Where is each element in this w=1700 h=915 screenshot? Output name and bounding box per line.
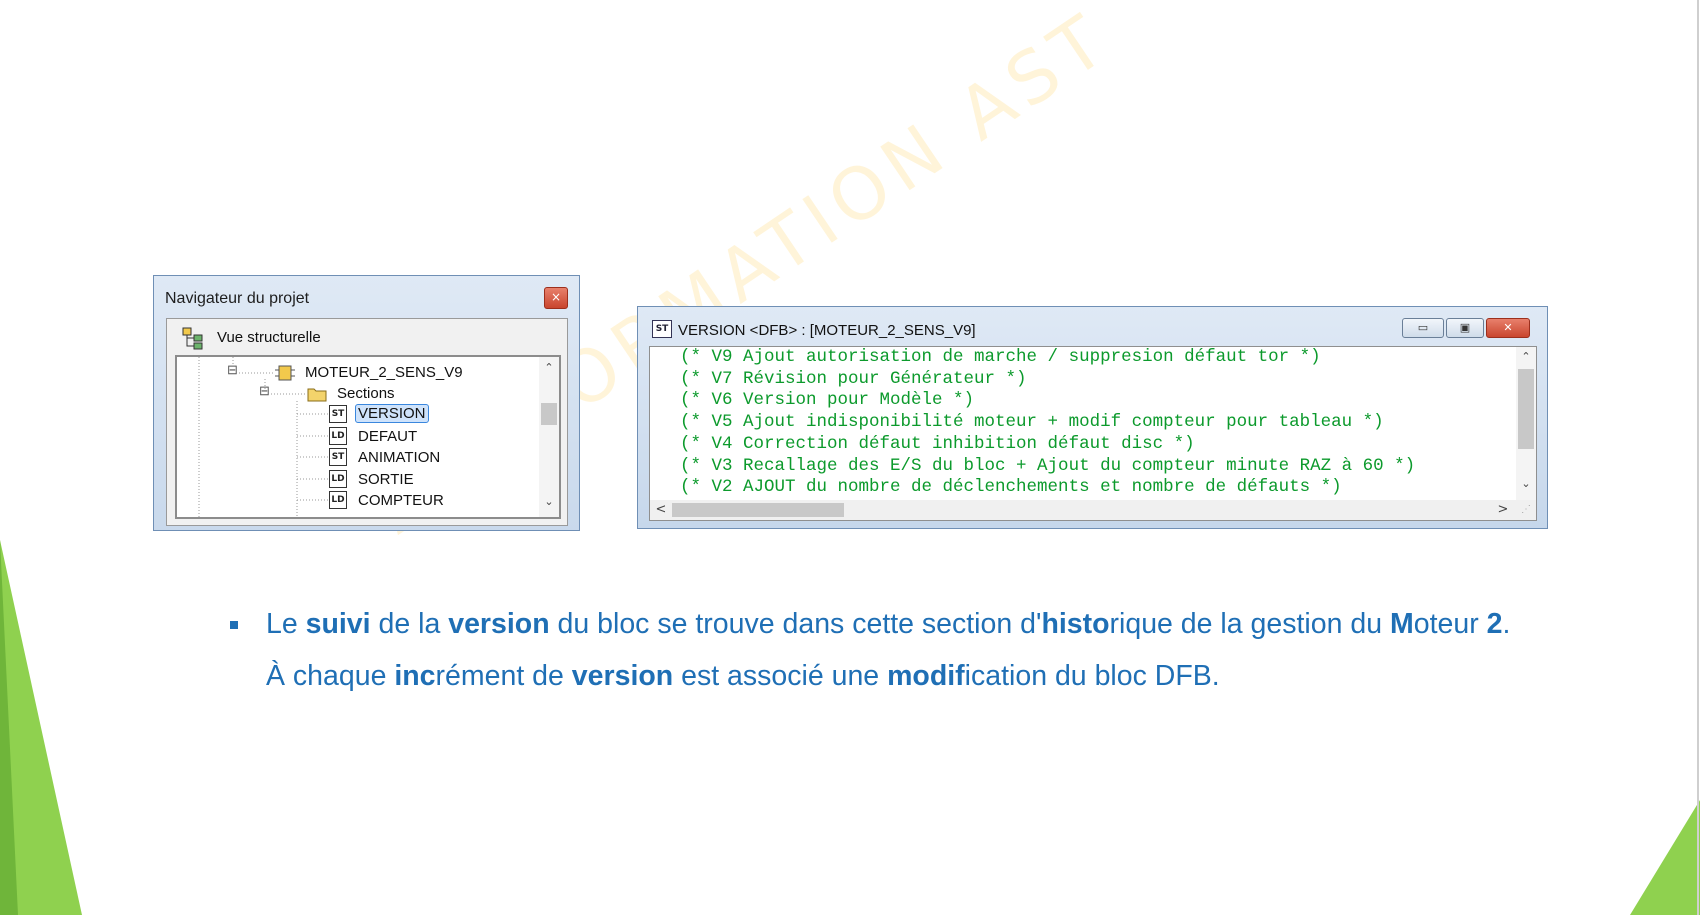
code-line: (* V7 Révision pour Générateur *) <box>680 368 1027 389</box>
explanation-line-2: À chaque incrément de version est associ… <box>266 660 1220 693</box>
tree-scroll-up-arrow[interactable]: ⌃ <box>539 361 559 377</box>
ld-section-icon: LD <box>329 427 347 445</box>
text-segment: ication du bloc DFB. <box>964 660 1220 692</box>
tree-item-section[interactable]: LD COMPTEUR <box>177 490 537 512</box>
tree-scroll-down-arrow[interactable]: ⌄ <box>539 495 559 511</box>
code-line: (* V2 AJOUT du nombre de déclenchements … <box>680 477 1342 498</box>
code-scroll-left-arrow[interactable]: < <box>652 502 670 517</box>
text-segment: Le <box>266 608 306 640</box>
tree-scroll-thumb[interactable] <box>541 403 557 425</box>
maximize-button[interactable]: ▣ <box>1446 318 1484 338</box>
tree-item-section[interactable]: ST VERSION <box>177 404 537 426</box>
tree-item-section-label: DEFAUT <box>358 428 418 445</box>
text-segment: oteur <box>1413 608 1487 640</box>
navigator-title: Navigateur du projet <box>165 290 310 307</box>
text-segment: rique de la gestion du <box>1109 608 1390 640</box>
st-editor-icon: ST <box>652 320 672 338</box>
tree-item-root-label: MOTEUR_2_SENS_V9 <box>305 364 463 381</box>
code-line: (* V9 Ajout autorisation de marche / sup… <box>680 347 1321 367</box>
code-scroll-up-arrow[interactable]: ⌃ <box>1516 350 1536 366</box>
version-editor-window: ST VERSION <DFB> : [MOTEUR_2_SENS_V9] ▭ … <box>637 306 1548 529</box>
explanation-line-1: Le suivi de la version du bloc se trouve… <box>266 608 1510 641</box>
emphasized-text: inc <box>394 660 436 692</box>
emphasized-text: M <box>1389 608 1414 640</box>
text-segment: À chaque <box>266 660 395 692</box>
emphasized-text: histo <box>1041 608 1110 640</box>
folder-icon <box>307 388 327 402</box>
text-segment: du bloc se trouve dans cette section d' <box>549 608 1042 640</box>
ld-section-icon: LD <box>329 491 347 509</box>
ld-section-icon: LD <box>329 470 347 488</box>
tree-item-sections[interactable]: ⊟ Sections <box>177 383 537 405</box>
code-vertical-scrollbar[interactable]: ⌃ ⌄ <box>1516 347 1536 502</box>
project-navigator-window: Navigateur du projet × Vue structurelle <box>153 275 580 531</box>
right-edge-line <box>1697 0 1699 915</box>
emphasized-text: version <box>448 608 550 640</box>
project-tree: ⊟ MOTEUR_2_SENS_V9 ⊟ Sections ST VERSION <box>175 355 561 519</box>
text-segment: est associé une <box>673 660 888 692</box>
code-horizontal-scroll-thumb[interactable] <box>672 503 844 517</box>
code-editor[interactable]: (* V9 Ajout autorisation de marche / sup… <box>649 346 1537 521</box>
code-line: (* V6 Version pour Modèle *) <box>680 390 975 411</box>
tree-item-section-label: COMPTEUR <box>358 492 444 509</box>
code-vertical-scroll-thumb[interactable] <box>1518 369 1534 449</box>
text-segment: rément de <box>435 660 572 692</box>
text-segment: de la <box>370 608 449 640</box>
tree-vertical-scrollbar[interactable]: ⌃ ⌄ <box>539 357 559 517</box>
emphasized-text: version <box>571 660 674 692</box>
dfb-block-icon <box>275 365 295 381</box>
emphasized-text: suivi <box>305 608 371 640</box>
tree-item-section-label: VERSION <box>355 404 429 423</box>
code-scroll-right-arrow[interactable]: > <box>1494 502 1512 517</box>
minimize-button[interactable]: ▭ <box>1402 318 1444 338</box>
navigator-close-button[interactable]: × <box>544 287 568 309</box>
structural-view-icon <box>182 327 203 350</box>
structural-view-tab[interactable]: Vue structurelle <box>217 329 321 346</box>
tree-item-section-label: ANIMATION <box>358 449 441 466</box>
tree-item-sections-label: Sections <box>337 385 395 402</box>
resize-grip-icon[interactable]: ⋰ <box>1516 500 1536 520</box>
tree-item-root[interactable]: ⊟ MOTEUR_2_SENS_V9 <box>177 362 537 384</box>
code-line: (* V5 Ajout indisponibilité moteur + mod… <box>680 412 1384 433</box>
code-horizontal-scrollbar[interactable]: < > <box>650 500 1516 520</box>
close-button[interactable]: ✕ <box>1486 318 1530 338</box>
code-line: (* V4 Correction défaut inhibition défau… <box>680 433 1195 454</box>
st-section-icon: ST <box>329 405 347 423</box>
tree-item-section[interactable]: LD SORTIE <box>177 469 537 491</box>
bullet-marker <box>230 621 238 629</box>
navigator-panel: Vue structurelle ⊟ MOTEUR_2_SENS_V9 ⊟ Se… <box>166 318 568 526</box>
version-window-title: VERSION <DFB> : [MOTEUR_2_SENS_V9] <box>678 322 976 339</box>
code-scroll-down-arrow[interactable]: ⌄ <box>1516 477 1536 493</box>
root-expander[interactable]: ⊟ <box>227 362 238 378</box>
tree-item-section[interactable]: ST ANIMATION <box>177 447 537 469</box>
code-line: (* V3 Recallage des E/S du bloc + Ajout … <box>680 455 1416 476</box>
text-segment: . <box>1502 608 1511 640</box>
emphasized-text: modif <box>887 660 965 692</box>
tree-item-section-label: SORTIE <box>358 471 414 488</box>
sections-expander[interactable]: ⊟ <box>259 383 270 399</box>
st-section-icon: ST <box>329 448 347 466</box>
left-green-accent <box>0 540 82 915</box>
right-green-accent <box>1630 800 1700 915</box>
emphasized-text: 2 <box>1486 608 1503 640</box>
tree-item-section[interactable]: LD DEFAUT <box>177 426 537 448</box>
